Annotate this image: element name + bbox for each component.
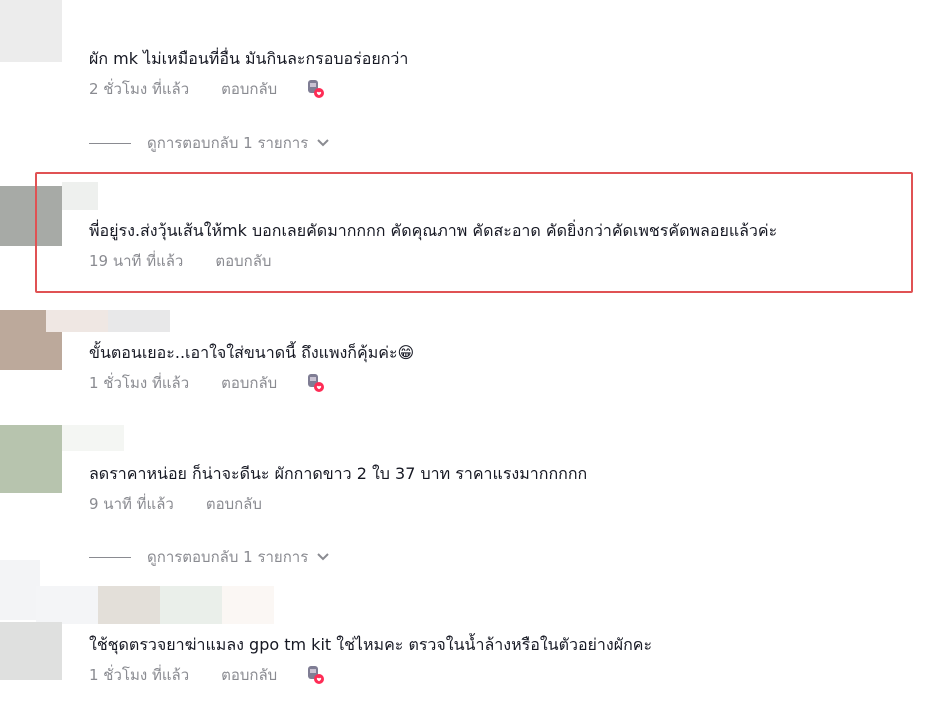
comment-meta: 9 นาที ที่แล้ว ตอบกลับ bbox=[89, 493, 930, 515]
comment-text: พี่อยู่รง.ส่งวุ้นเส้นให้mk บอกเลยคัดมากก… bbox=[89, 221, 778, 240]
comment-meta: 1 ชั่วโมง ที่แล้ว ตอบกลับ bbox=[89, 664, 930, 686]
username-redacted bbox=[222, 586, 274, 624]
username-redacted bbox=[46, 310, 108, 332]
avatar[interactable] bbox=[0, 425, 62, 493]
comment-item: ลดราคาหน่อย ก็น่าจะดีนะ ผักกาดขาว 2 ใบ 3… bbox=[89, 463, 930, 515]
username-redacted bbox=[160, 586, 222, 624]
creator-like-icon bbox=[305, 78, 325, 100]
comment-time: 9 นาที ที่แล้ว bbox=[89, 495, 174, 513]
avatar[interactable] bbox=[0, 560, 40, 620]
view-replies-label: ดูการตอบกลับ 1 รายการ bbox=[147, 548, 309, 566]
comment-time: 2 ชั่วโมง ที่แล้ว bbox=[89, 80, 190, 98]
comment-text: ลดราคาหน่อย ก็น่าจะดีนะ ผักกาดขาว 2 ใบ 3… bbox=[89, 464, 588, 483]
creator-like-icon bbox=[305, 372, 325, 394]
comment-meta: 2 ชั่วโมง ที่แล้ว ตอบกลับ bbox=[89, 78, 930, 100]
username-redacted bbox=[62, 425, 124, 451]
creator-like-icon bbox=[305, 664, 325, 686]
view-replies-button[interactable]: ดูการตอบกลับ 1 รายการ bbox=[89, 131, 330, 155]
comment-time: 1 ชั่วโมง ที่แล้ว bbox=[89, 374, 190, 392]
reply-button[interactable]: ตอบกลับ bbox=[206, 492, 262, 516]
comment-item: ขั้นตอนเยอะ..เอาใจใส่ขนาดนี้ ถึงแพงก็คุ้… bbox=[89, 342, 930, 394]
username-redacted bbox=[98, 586, 160, 624]
chevron-down-icon bbox=[316, 134, 330, 152]
username-redacted bbox=[108, 310, 170, 332]
view-replies-label: ดูการตอบกลับ 1 รายการ bbox=[147, 134, 309, 152]
view-replies-button[interactable]: ดูการตอบกลับ 1 รายการ bbox=[89, 545, 330, 569]
reply-button[interactable]: ตอบกลับ bbox=[221, 77, 277, 101]
comment-time: 19 นาที ที่แล้ว bbox=[89, 252, 184, 270]
username-redacted bbox=[36, 586, 98, 624]
comment-text: ขั้นตอนเยอะ..เอาใจใส่ขนาดนี้ ถึงแพงก็คุ้… bbox=[89, 343, 415, 362]
divider bbox=[89, 556, 131, 558]
comment-text: ใช้ชุดตรวจยาฆ่าแมลง gpo tm kit ใช่ไหมคะ … bbox=[89, 635, 653, 654]
comment-text: ผัก mk ไม่เหมือนที่อื่น มันกินละกรอบอร่อ… bbox=[89, 49, 409, 68]
reply-button[interactable]: ตอบกลับ bbox=[215, 249, 271, 273]
reply-button[interactable]: ตอบกลับ bbox=[221, 663, 277, 687]
comment-item: ใช้ชุดตรวจยาฆ่าแมลง gpo tm kit ใช่ไหมคะ … bbox=[89, 634, 930, 686]
comment-meta: 19 นาที ที่แล้ว ตอบกลับ bbox=[89, 250, 930, 272]
comment-time: 1 ชั่วโมง ที่แล้ว bbox=[89, 666, 190, 684]
avatar[interactable] bbox=[0, 622, 62, 680]
chevron-down-icon bbox=[316, 548, 330, 566]
comment-meta: 1 ชั่วโมง ที่แล้ว ตอบกลับ bbox=[89, 372, 930, 394]
comment-item: ผัก mk ไม่เหมือนที่อื่น มันกินละกรอบอร่อ… bbox=[89, 48, 930, 100]
divider bbox=[89, 142, 131, 144]
avatar[interactable] bbox=[0, 0, 62, 62]
comment-item: พี่อยู่รง.ส่งวุ้นเส้นให้mk บอกเลยคัดมากก… bbox=[89, 220, 930, 272]
reply-button[interactable]: ตอบกลับ bbox=[221, 371, 277, 395]
